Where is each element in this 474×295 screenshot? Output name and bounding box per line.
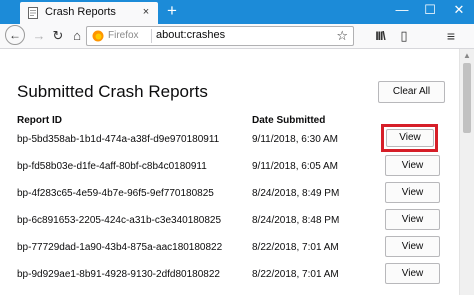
view-button[interactable]: View	[385, 155, 440, 176]
report-id[interactable]: bp-77729dad-1a90-43b4-875a-aac180180822	[17, 242, 222, 253]
report-id[interactable]: bp-9d929ae1-8b91-4928-9130-2dfd80180822	[17, 269, 220, 280]
new-tab-button[interactable]: +	[163, 1, 181, 21]
tab-title: Crash Reports	[45, 6, 116, 18]
menu-button[interactable]: ≡	[441, 26, 461, 46]
clear-all-button[interactable]: Clear All	[378, 81, 445, 103]
nav-toolbar: ← → ↻ ⌂ Firefox about:crashes ☆ III\ ▯ ≡	[0, 24, 474, 49]
minimize-button[interactable]: —	[388, 0, 416, 22]
report-id[interactable]: bp-fd58b03e-d1fe-4aff-80bf-c8b4c0180911	[17, 161, 207, 172]
forward-button[interactable]: →	[29, 26, 49, 46]
table-row: bp-fd58b03e-d1fe-4aff-80bf-c8b4c0180911 …	[0, 152, 459, 179]
maximize-button[interactable]: ☐	[416, 0, 444, 22]
url-text[interactable]: about:crashes	[156, 29, 225, 41]
view-button[interactable]: View	[386, 129, 434, 147]
table-row: bp-9d929ae1-8b91-4928-9130-2dfd80180822 …	[0, 260, 459, 287]
window-close-button[interactable]: ✕	[444, 0, 474, 22]
view-button[interactable]: View	[385, 236, 440, 257]
view-button[interactable]: View	[385, 263, 440, 284]
report-id[interactable]: bp-4f283c65-4e59-4b7e-96f5-9ef770180825	[17, 188, 214, 199]
scroll-thumb[interactable]	[463, 63, 471, 133]
url-divider	[151, 29, 152, 43]
vertical-scrollbar[interactable]: ▲	[459, 49, 474, 295]
report-id[interactable]: bp-5bd358ab-1b1d-474a-a38f-d9e970180911	[17, 134, 219, 145]
tab-strip: Crash Reports × + — ☐ ✕	[0, 0, 474, 24]
table-row: bp-77729dad-1a90-43b4-875a-aac180180822 …	[0, 233, 459, 260]
url-bar[interactable]: Firefox about:crashes ☆	[86, 26, 354, 46]
tab-close-icon[interactable]: ×	[140, 6, 152, 19]
report-date: 9/11/2018, 6:30 AM	[252, 134, 338, 145]
table-row: bp-6c891653-2205-424c-a31b-c3e340180825 …	[0, 206, 459, 233]
report-date: 9/11/2018, 6:05 AM	[252, 161, 338, 172]
report-date: 8/22/2018, 7:01 AM	[252, 242, 339, 253]
page-title: Submitted Crash Reports	[17, 82, 208, 101]
view-button[interactable]: View	[385, 209, 440, 230]
library-button[interactable]: III\	[370, 26, 390, 46]
page-icon	[28, 7, 38, 19]
table-row: bp-4f283c65-4e59-4b7e-96f5-9ef770180825 …	[0, 179, 459, 206]
page-content: Submitted Crash Reports Clear All Report…	[0, 49, 459, 295]
report-table: bp-5bd358ab-1b1d-474a-a38f-d9e970180911 …	[0, 124, 459, 287]
sidebar-button[interactable]: ▯	[394, 26, 414, 46]
scroll-up-arrow-icon[interactable]: ▲	[463, 51, 471, 60]
back-button[interactable]: ←	[5, 25, 25, 45]
view-button[interactable]: View	[385, 182, 440, 203]
reload-button[interactable]: ↻	[48, 26, 68, 46]
home-button[interactable]: ⌂	[67, 26, 87, 46]
report-date: 8/22/2018, 7:01 AM	[252, 269, 339, 280]
report-id[interactable]: bp-6c891653-2205-424c-a31b-c3e340180825	[17, 215, 221, 226]
report-date: 8/24/2018, 8:48 PM	[252, 215, 340, 226]
tab-crash-reports[interactable]: Crash Reports ×	[20, 2, 158, 24]
identity-label: Firefox	[108, 30, 139, 41]
bookmark-star-icon[interactable]: ☆	[336, 28, 348, 44]
firefox-icon	[92, 30, 104, 42]
table-row: bp-5bd358ab-1b1d-474a-a38f-d9e970180911 …	[0, 124, 459, 152]
report-date: 8/24/2018, 8:49 PM	[252, 188, 340, 199]
